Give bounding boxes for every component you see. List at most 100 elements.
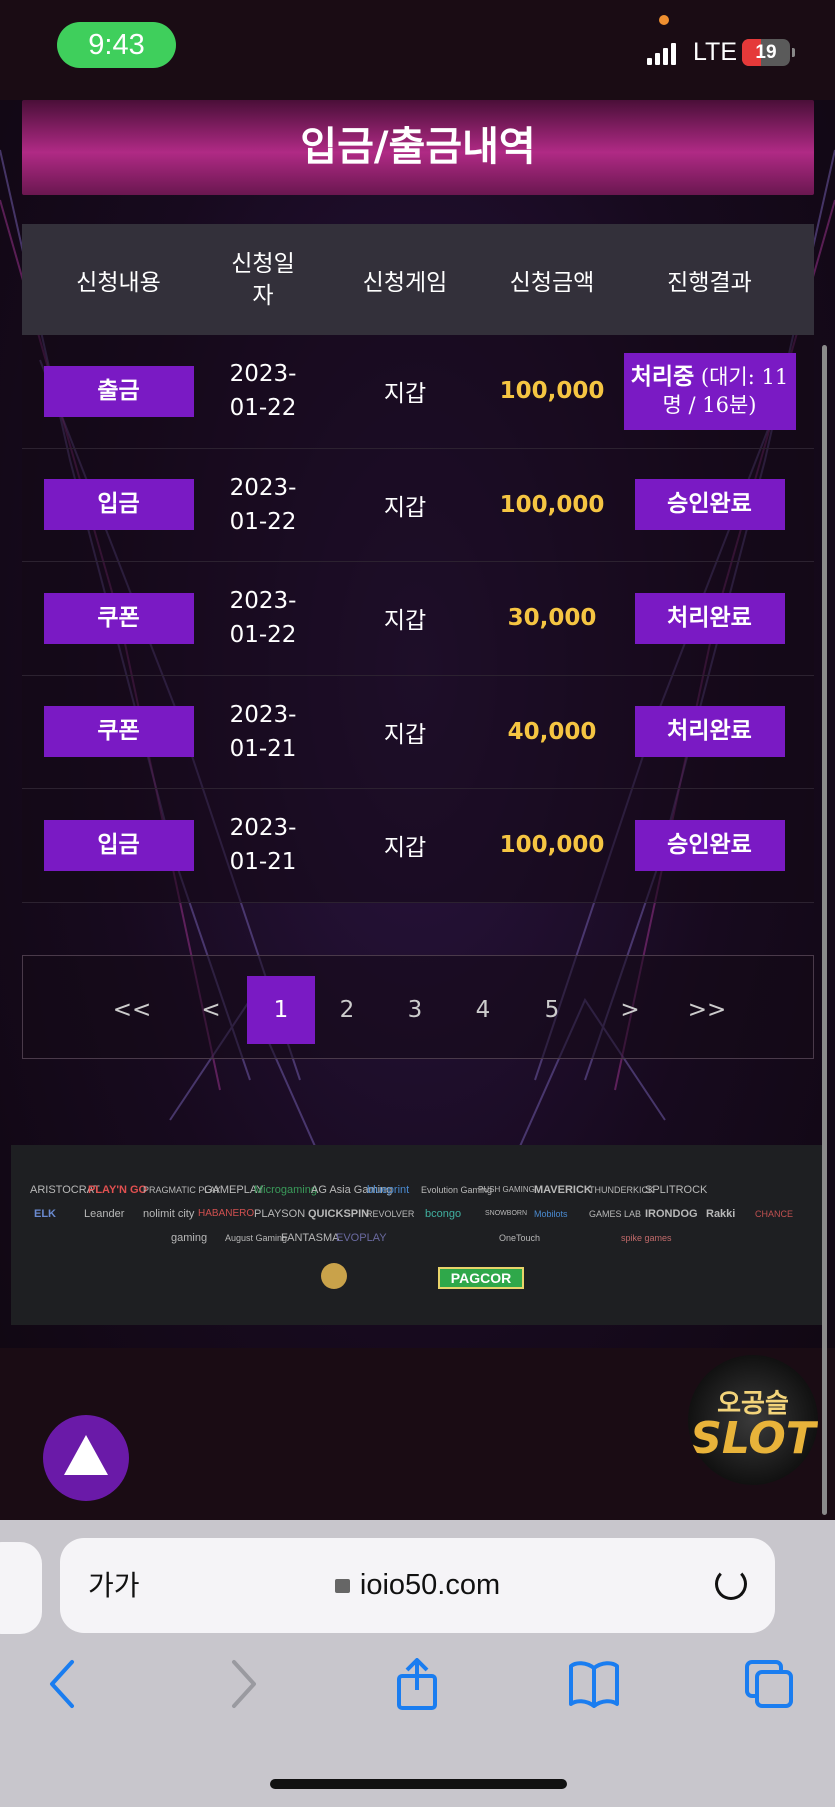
header-date: 신청일자	[231, 250, 295, 309]
page-title-bar: 입금/출금내역	[22, 100, 814, 195]
provider-logos: ARISTOCRAT PLAY'N GO PRAGMATIC PLAY GAME…	[11, 1145, 824, 1325]
battery-level: 19	[755, 42, 777, 63]
forward-icon[interactable]	[228, 1658, 258, 1710]
url-display: ioio50.com	[60, 1538, 775, 1633]
next-page-button[interactable]: >	[610, 976, 650, 1044]
provider-logo: REVOLVER	[366, 1209, 415, 1219]
status-main: 처리중	[630, 363, 695, 390]
provider-logo: PLAY'N GO	[88, 1184, 148, 1196]
network-label: LTE	[693, 38, 737, 66]
provider-logo: FANTASMA	[281, 1232, 340, 1244]
date-day: 01-22	[229, 622, 297, 649]
header-amount: 신청금액	[509, 269, 595, 296]
type-badge: 입금	[43, 479, 194, 531]
header-type: 신청내용	[76, 269, 161, 296]
date-year: 2023-	[229, 361, 297, 388]
arrow-up-icon	[64, 1435, 108, 1475]
reload-icon[interactable]	[715, 1568, 747, 1600]
scrollbar[interactable]	[822, 345, 827, 1515]
page-button-3[interactable]: 3	[395, 976, 435, 1044]
game-cell: 지갑	[383, 494, 427, 521]
provider-logo: Microgaming	[254, 1184, 317, 1196]
provider-logo: MAVERICK	[534, 1184, 592, 1196]
previous-tab-preview[interactable]	[0, 1542, 42, 1634]
table-row: 출금 2023- 01-22 지갑 100,000 처리중 (대기: 11명 / …	[22, 335, 814, 449]
table-row: 쿠폰 2023- 01-21 지갑 40,000 처리완료	[22, 675, 814, 789]
scroll-to-top-button[interactable]	[43, 1415, 129, 1501]
table-header: 신청내용 신청일자 신청게임 신청금액 진행결과	[22, 224, 814, 335]
provider-logo: HABANERO	[198, 1208, 255, 1219]
lock-icon	[334, 1579, 350, 1593]
home-indicator	[270, 1779, 567, 1789]
date-cell: 2023- 01-22	[215, 357, 311, 425]
date-year: 2023-	[229, 815, 297, 842]
bookmarks-icon[interactable]	[568, 1658, 620, 1710]
provider-logo: ELK	[34, 1208, 56, 1220]
provider-logo: gaming	[171, 1232, 208, 1244]
amount-cell: 100,000	[499, 378, 605, 405]
date-cell: 2023- 01-22	[215, 584, 311, 652]
table-row: 입금 2023- 01-22 지갑 100,000 승인완료	[22, 448, 814, 562]
type-badge: 쿠폰	[43, 592, 194, 644]
provider-logo: blueprint	[367, 1184, 410, 1196]
provider-logo: PLAYSON	[254, 1208, 306, 1220]
prev-page-button[interactable]: <	[191, 976, 231, 1044]
amount-cell: 100,000	[499, 491, 605, 518]
provider-logo: bcongo	[425, 1208, 462, 1220]
game-cell: 지갑	[383, 608, 427, 635]
address-bar[interactable]: 가가 ioio50.com	[60, 1538, 775, 1633]
share-icon[interactable]	[395, 1658, 439, 1710]
provider-logo: GAMES LAB	[589, 1209, 642, 1219]
date-day: 01-21	[229, 735, 297, 762]
date-day: 01-21	[229, 849, 297, 876]
page-button-5[interactable]: 5	[532, 976, 572, 1044]
battery-cap	[792, 48, 795, 57]
date-cell: 2023- 01-21	[215, 811, 311, 879]
pagination: << < 1 2 3 4 5 > >>	[22, 955, 814, 1059]
date-day: 01-22	[229, 508, 297, 535]
brand-logo[interactable]: 오공슬 SLOT	[688, 1355, 818, 1485]
provider-logo: SNOWBORN	[485, 1210, 527, 1217]
provider-logo: IRONDOG	[645, 1208, 698, 1220]
pagcor-logo: PAGCOR	[438, 1267, 524, 1289]
provider-logo: SPLITROCK	[645, 1184, 708, 1196]
license-seal-icon	[321, 1263, 347, 1289]
status-badge: 승인완료	[634, 479, 785, 531]
header-status: 진행결과	[667, 269, 752, 296]
page-button-1[interactable]: 1	[247, 976, 315, 1044]
back-icon[interactable]	[48, 1658, 78, 1710]
provider-logo: nolimit city	[143, 1208, 195, 1220]
provider-logo: EVOPLAY	[336, 1232, 387, 1244]
provider-logo: spike games	[621, 1233, 672, 1243]
type-badge: 쿠폰	[43, 706, 194, 758]
last-page-button[interactable]: >>	[682, 976, 732, 1044]
status-badge: 처리완료	[634, 706, 785, 758]
date-year: 2023-	[229, 701, 297, 728]
date-year: 2023-	[229, 474, 297, 501]
date-day: 01-22	[229, 395, 297, 422]
url-text: ioio50.com	[359, 1569, 501, 1601]
amount-cell: 100,000	[499, 832, 605, 859]
table-row: 입금 2023- 01-21 지갑 100,000 승인완료	[22, 789, 814, 903]
amount-cell: 40,000	[507, 718, 597, 745]
tabs-icon[interactable]	[745, 1658, 795, 1710]
provider-logo: OneTouch	[499, 1233, 541, 1243]
provider-logo: Leander	[84, 1208, 125, 1220]
first-page-button[interactable]: <<	[107, 976, 157, 1044]
amount-cell: 30,000	[507, 605, 597, 632]
table-row: 쿠폰 2023- 01-22 지갑 30,000 처리완료	[22, 562, 814, 676]
date-year: 2023-	[229, 588, 297, 615]
battery-icon: 19	[742, 39, 790, 66]
provider-logo: August Gaming	[225, 1233, 288, 1243]
provider-logo: Rakki	[706, 1208, 736, 1220]
page-button-2[interactable]: 2	[327, 976, 367, 1044]
status-badge: 승인완료	[634, 819, 785, 871]
transaction-table: 신청내용 신청일자 신청게임 신청금액 진행결과 출금 2023- 01-22 지…	[22, 224, 814, 903]
game-cell: 지갑	[383, 721, 427, 748]
status-badge: 처리완료	[634, 592, 785, 644]
browser-toolbar: 가가 ioio50.com	[0, 1520, 835, 1807]
type-badge: 입금	[43, 819, 194, 871]
date-cell: 2023- 01-21	[215, 698, 311, 766]
page-button-4[interactable]: 4	[463, 976, 503, 1044]
signal-icon	[647, 43, 677, 65]
